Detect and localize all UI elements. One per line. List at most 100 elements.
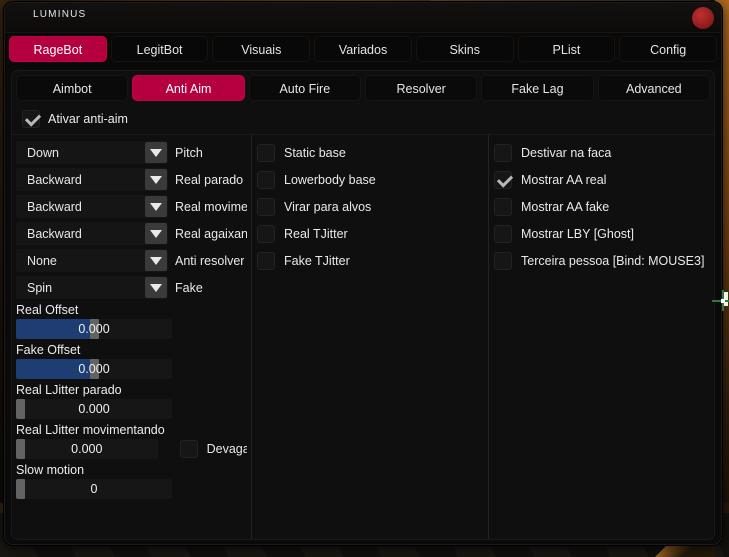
sub-tab-bar: Aimbot Anti Aim Auto Fire Resolver Fake Lag A… — [12, 71, 714, 105]
chevron-down-icon[interactable] — [145, 169, 167, 190]
dropdown-value: Backward — [27, 226, 82, 241]
checkbox-label: Devagar — [206, 442, 247, 456]
main-tab-bar: RageBot LegitBot Visuais Variados Skins PList… — [5, 33, 721, 67]
dropdown-label: Real agaixando — [175, 226, 247, 241]
checkbox-terceira-pessoa-bind-mouse3[interactable] — [494, 251, 512, 270]
middle-column: Static base Lowerbody base Virar para alvo… — [247, 135, 484, 539]
slider-real-ljitter-parado[interactable]: 0.000 — [16, 399, 172, 419]
checkbox-mostrar-lby-ghost[interactable] — [494, 224, 512, 243]
dropdown-label: Real movimentando — [175, 199, 247, 214]
dropdown-real-agaixando[interactable]: Backward — [16, 222, 168, 245]
slider-handle[interactable] — [16, 479, 25, 499]
sub-tab-advanced[interactable]: Advanced — [597, 75, 710, 101]
chevron-down-icon[interactable] — [145, 196, 167, 217]
dropdown-row: Spin Fake — [16, 276, 247, 299]
checkbox-label: Mostrar AA real — [521, 172, 607, 187]
slider-label: Real LJitter movimentando — [16, 423, 165, 437]
enable-anti-aim-checkbox[interactable] — [22, 110, 40, 128]
sub-tab-anti-aim[interactable]: Anti Aim — [132, 75, 245, 101]
slider-fill — [16, 359, 94, 379]
chevron-down-icon[interactable] — [145, 250, 167, 271]
chevron-down-icon[interactable] — [145, 277, 167, 298]
sub-tab-resolver[interactable]: Resolver — [364, 75, 478, 101]
enable-anti-aim-row[interactable]: Ativar anti-aim — [12, 105, 714, 135]
middle-checkbox-list: Static base Lowerbody base Virar para alvo… — [257, 141, 484, 272]
chevron-down-icon[interactable] — [145, 223, 167, 244]
dropdown-value: Spin — [27, 280, 53, 295]
slider-handle[interactable] — [90, 319, 99, 339]
slider-row: 0.000 Devagar — [16, 439, 247, 459]
main-tab-plist[interactable]: PList — [517, 36, 616, 62]
close-button[interactable] — [692, 7, 714, 29]
checkbox-row[interactable]: Mostrar AA real — [494, 168, 714, 191]
checkbox-devagar[interactable] — [179, 440, 198, 458]
slider-real-ljitter-movimentando[interactable]: 0.000 — [16, 439, 158, 459]
checkbox-destivar-na-faca[interactable] — [494, 143, 512, 162]
slider-real-offset[interactable]: 0.000 — [16, 319, 172, 339]
dropdown-row: Backward Real movimentando — [16, 195, 247, 218]
dropdown-row: Backward Real parado — [16, 168, 247, 191]
sub-tab-aimbot[interactable]: Aimbot — [16, 75, 129, 101]
slider-side-checkbox-row[interactable]: Devagar — [179, 440, 247, 458]
checkbox-row[interactable]: Static base — [257, 141, 484, 164]
dropdown-label: Anti resolver — [175, 253, 245, 268]
slider-row: 0.000 — [16, 359, 247, 379]
dropdown-pitch[interactable]: Down — [16, 141, 168, 164]
right-column: Destivar na faca Mostrar AA real Mostrar A… — [484, 135, 714, 539]
main-tab-visuais[interactable]: Visuais — [212, 36, 311, 62]
checkbox-row[interactable]: Destivar na faca — [494, 141, 714, 164]
dropdown-real-movimentando[interactable]: Backward — [16, 195, 168, 218]
slider-handle[interactable] — [16, 439, 25, 459]
slider-label: Real Offset — [16, 303, 79, 317]
checkbox-row[interactable]: Mostrar AA fake — [494, 195, 714, 218]
main-tab-skins[interactable]: Skins — [415, 36, 514, 62]
checkbox-row[interactable]: Mostrar LBY [Ghost] — [494, 222, 714, 245]
checkbox-row[interactable]: Fake TJitter — [257, 249, 484, 272]
checkbox-label: Real TJitter — [284, 226, 348, 241]
slider-block: Real Offset 0.000 — [16, 303, 247, 339]
checkbox-row[interactable]: Real TJitter — [257, 222, 484, 245]
checkbox-label: Static base — [284, 145, 346, 160]
slider-handle[interactable] — [16, 399, 25, 419]
checkbox-row[interactable]: Virar para alvos — [257, 195, 484, 218]
main-tab-config[interactable]: Config — [619, 36, 718, 62]
main-tab-ragebot[interactable]: RageBot — [9, 36, 107, 62]
checkbox-lowerbody-base[interactable] — [257, 170, 275, 189]
sub-tab-auto-fire[interactable]: Auto Fire — [248, 75, 361, 101]
checkbox-real-tjitter[interactable] — [257, 224, 275, 243]
dropdown-anti-resolver[interactable]: None — [16, 249, 168, 272]
chevron-down-icon[interactable] — [145, 142, 167, 163]
dropdown-real-parado[interactable]: Backward — [16, 168, 168, 191]
checkbox-label: Fake TJitter — [284, 253, 350, 268]
dropdown-fake[interactable]: Spin — [16, 276, 168, 299]
dropdown-value: Backward — [27, 172, 82, 187]
checkbox-static-base[interactable] — [257, 143, 275, 162]
left-column: Down Pitch Backward Real parado Backward Real… — [12, 135, 247, 539]
panel-body: Aimbot Anti Aim Auto Fire Resolver Fake Lag A… — [11, 70, 715, 540]
slider-row: 0 — [16, 479, 247, 499]
dropdown-value: Backward — [27, 199, 82, 214]
checkbox-row[interactable]: Lowerbody base — [257, 168, 484, 191]
cheat-menu-window: LUMINUS RageBot LegitBot Visuais Variados Sk… — [4, 2, 722, 545]
slider-block: Slow motion 0 — [16, 463, 247, 499]
checkbox-mostrar-aa-fake[interactable] — [494, 197, 512, 216]
checkbox-row[interactable]: Terceira pessoa [Bind: MOUSE3] — [494, 249, 714, 272]
checkbox-virar-para-alvos[interactable] — [257, 197, 275, 216]
main-tab-variados[interactable]: Variados — [314, 36, 412, 62]
slider-fake-offset[interactable]: 0.000 — [16, 359, 172, 379]
slider-slow-motion[interactable]: 0 — [16, 479, 172, 499]
slider-handle[interactable] — [90, 359, 99, 379]
sub-tab-fake-lag[interactable]: Fake Lag — [481, 75, 594, 101]
dropdown-label: Real parado — [175, 172, 244, 187]
options-columns: Down Pitch Backward Real parado Backward Real… — [12, 135, 714, 539]
slider-label: Fake Offset — [16, 343, 81, 357]
window-title: LUMINUS — [33, 9, 87, 20]
main-tab-legitbot[interactable]: LegitBot — [110, 36, 209, 62]
slider-block: Fake Offset 0.000 — [16, 343, 247, 379]
checkbox-mostrar-aa-real[interactable] — [494, 170, 512, 189]
slider-label: Slow motion — [16, 463, 85, 477]
checkbox-label: Mostrar AA fake — [521, 199, 610, 214]
dropdown-row: Down Pitch — [16, 141, 247, 164]
slider-value: 0.000 — [71, 442, 103, 456]
checkbox-fake-tjitter[interactable] — [257, 251, 275, 270]
